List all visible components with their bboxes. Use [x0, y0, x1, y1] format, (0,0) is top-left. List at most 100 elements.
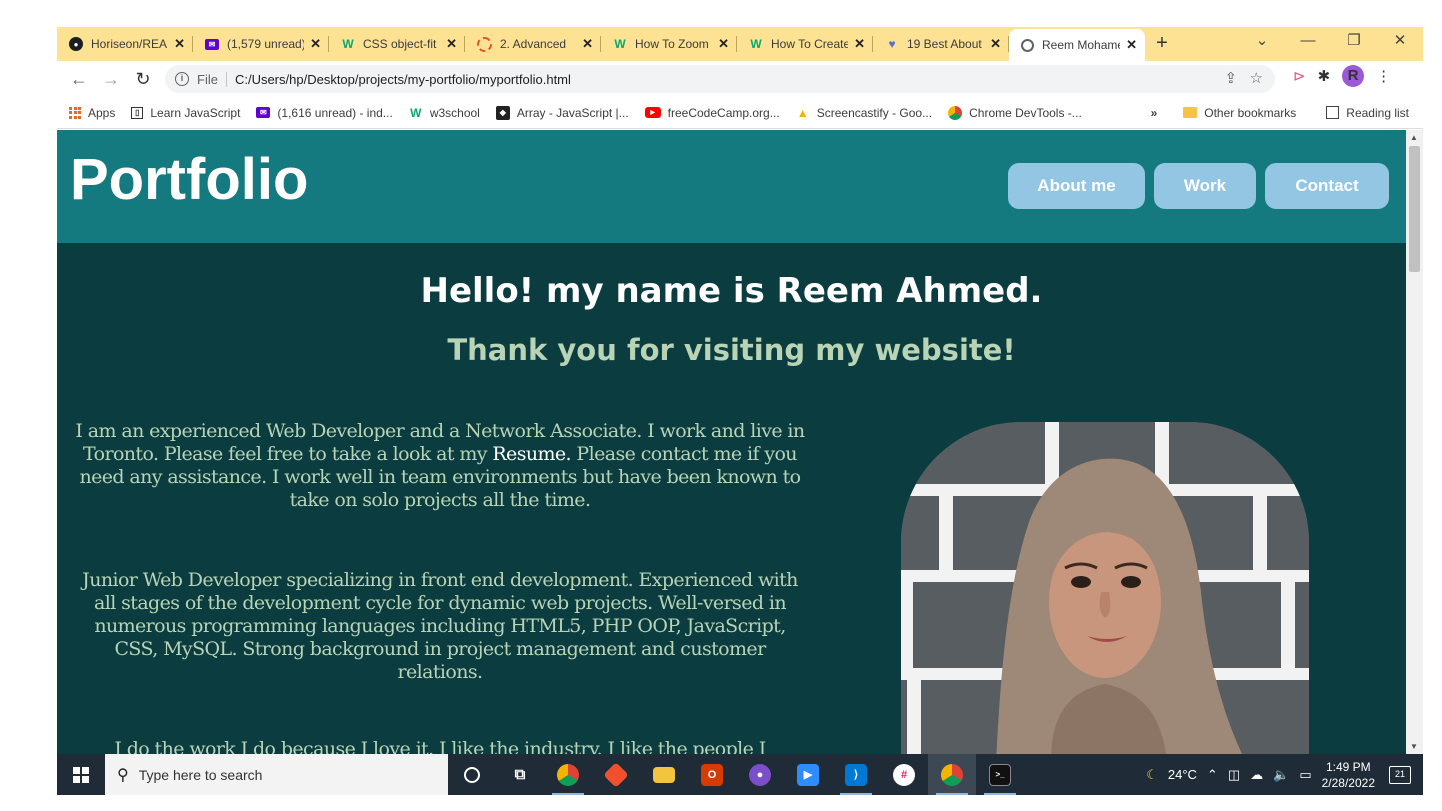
- weather-temperature[interactable]: 24°C: [1168, 767, 1197, 782]
- start-button[interactable]: [57, 754, 105, 795]
- site-nav: About me Work Contact: [1008, 163, 1389, 209]
- browser-tab[interactable]: W How To Zoom ✕: [601, 27, 737, 61]
- w3schools-icon: W: [750, 37, 762, 51]
- taskbar-clock[interactable]: 1:49 PM 2/28/2022: [1322, 759, 1375, 791]
- taskbar-chrome-profile[interactable]: [928, 754, 976, 795]
- restore-icon[interactable]: ❐: [1331, 27, 1377, 57]
- windows-logo-icon: [73, 766, 89, 783]
- nav-contact-button[interactable]: Contact: [1265, 163, 1389, 209]
- browser-tab[interactable]: ✉ (1,579 unread) ✕: [193, 27, 329, 61]
- browser-tab[interactable]: W CSS object-fit ✕: [329, 27, 465, 61]
- tab-strip: ●Horiseon/README✕ ✉(1,579 unread)✕ WCSS …: [57, 27, 1423, 61]
- volume-icon[interactable]: 🔈: [1273, 767, 1289, 783]
- windows-taskbar: ⚲ Type here to search ⧉ O ● ▶ ⟩ # >_ ☾ 24…: [57, 754, 1423, 795]
- youtube-icon: ▶: [644, 107, 661, 118]
- close-tab-icon[interactable]: ✕: [310, 36, 321, 52]
- close-window-icon[interactable]: ✕: [1377, 27, 1423, 57]
- resume-link[interactable]: Resume.: [492, 443, 571, 465]
- weather-moon-icon[interactable]: ☾: [1146, 767, 1158, 783]
- tray-chevron-icon[interactable]: ⌃: [1207, 767, 1218, 783]
- back-icon[interactable]: ←: [63, 69, 95, 90]
- close-tab-icon[interactable]: ✕: [1126, 37, 1137, 53]
- task-view-button[interactable]: ⧉: [496, 754, 544, 795]
- file-label: File: [197, 71, 227, 87]
- taskbar-chrome[interactable]: [544, 754, 592, 795]
- bookmark-array-javascript[interactable]: ◆ Array - JavaScript |...: [495, 105, 629, 120]
- close-tab-icon[interactable]: ✕: [854, 36, 865, 52]
- close-tab-icon[interactable]: ✕: [174, 36, 185, 52]
- scroll-up-icon[interactable]: ▲: [1410, 133, 1418, 142]
- taskbar-search[interactable]: ⚲ Type here to search: [105, 754, 448, 795]
- browser-tab[interactable]: ●Horiseon/README✕: [57, 27, 193, 61]
- browser-tab[interactable]: 2. Advanced ✕: [465, 27, 601, 61]
- taskbar-office[interactable]: O: [688, 754, 736, 795]
- cortana-button[interactable]: [448, 754, 496, 795]
- tab-search-icon[interactable]: ⌄: [1239, 27, 1285, 57]
- onedrive-cloud-icon[interactable]: ☁: [1250, 767, 1263, 783]
- folder-icon: [653, 766, 675, 783]
- scrollbar-thumb[interactable]: [1409, 146, 1420, 272]
- taskbar-vscode[interactable]: ⟩: [832, 754, 880, 795]
- scroll-down-icon[interactable]: ▼: [1410, 742, 1418, 751]
- bookmarks-overflow-icon[interactable]: »: [1151, 106, 1158, 120]
- bookmark-apps[interactable]: Apps: [69, 106, 115, 120]
- menu-kebab-icon[interactable]: ⋮: [1376, 67, 1391, 85]
- taskbar-file-explorer[interactable]: [640, 754, 688, 795]
- other-bookmarks[interactable]: Other bookmarks: [1183, 106, 1296, 120]
- taskbar-slack[interactable]: #: [880, 754, 928, 795]
- screencastify-icon[interactable]: ⊳: [1293, 67, 1306, 85]
- forward-icon[interactable]: →: [95, 69, 127, 90]
- close-tab-icon[interactable]: ✕: [446, 36, 457, 52]
- bookmark-learn-javascript[interactable]: ▯ Learn JavaScript: [131, 106, 240, 120]
- browser-tab-active[interactable]: Reem Mohamed✕: [1009, 29, 1145, 61]
- bookmark-mail[interactable]: ✉ (1,616 unread) - ind...: [256, 106, 393, 120]
- close-tab-icon[interactable]: ✕: [990, 36, 1001, 52]
- taskbar-github-desktop[interactable]: ●: [736, 754, 784, 795]
- share-icon[interactable]: ⇪: [1224, 70, 1237, 87]
- address-bar[interactable]: i File C:/Users/hp/Desktop/projects/my-p…: [165, 65, 1275, 93]
- bookmark-screencastify[interactable]: ▲ Screencastify - Goo...: [796, 106, 932, 120]
- globe-icon: [1021, 38, 1034, 52]
- taskbar-terminal[interactable]: >_: [976, 754, 1024, 795]
- vscode-icon: ⟩: [845, 763, 867, 786]
- close-tab-icon[interactable]: ✕: [718, 36, 729, 52]
- w3schools-icon: W: [614, 37, 626, 51]
- task-view-icon: ⧉: [514, 766, 526, 783]
- info-icon[interactable]: i: [175, 72, 189, 86]
- reading-list[interactable]: Reading list: [1326, 106, 1409, 120]
- profile-photo: [901, 422, 1309, 754]
- extensions-puzzle-icon[interactable]: ✱: [1318, 67, 1331, 85]
- office-icon: O: [701, 763, 723, 786]
- reading-list-icon: [1326, 106, 1340, 119]
- bookmark-star-icon[interactable]: ☆: [1250, 70, 1263, 87]
- reload-icon[interactable]: ↻: [127, 69, 159, 90]
- nav-about-me-button[interactable]: About me: [1008, 163, 1145, 209]
- site-logo[interactable]: Portfolio: [70, 146, 308, 213]
- minimize-icon[interactable]: —: [1285, 27, 1331, 57]
- taskbar-zoom[interactable]: ▶: [784, 754, 832, 795]
- yahoo-mail-icon: ✉: [256, 107, 271, 118]
- bookmark-w3school[interactable]: Ww3school: [409, 106, 480, 120]
- bookmarks-right: » Other bookmarks Reading list: [1151, 106, 1413, 120]
- bookmark-chrome-devtools[interactable]: Chrome DevTools -...: [948, 105, 1082, 120]
- new-tab-button[interactable]: +: [1145, 27, 1179, 61]
- url-text[interactable]: C:/Users/hp/Desktop/projects/my-portfoli…: [235, 72, 571, 87]
- browser-toolbar: ← → ↻ i File C:/Users/hp/Desktop/project…: [57, 61, 1423, 97]
- battery-icon[interactable]: ▭: [1299, 767, 1311, 783]
- taskbar-git[interactable]: [592, 754, 640, 795]
- bookmarks-bar: Apps ▯ Learn JavaScript ✉ (1,616 unread) -…: [57, 97, 1423, 129]
- profile-avatar[interactable]: R: [1342, 65, 1365, 87]
- bookmark-freecodecamp[interactable]: ▶ freeCodeCamp.org...: [644, 106, 780, 120]
- browser-tab[interactable]: ♥ 19 Best About ✕: [873, 27, 1009, 61]
- browser-tab[interactable]: W How To Create ✕: [737, 27, 873, 61]
- nav-work-button[interactable]: Work: [1154, 163, 1256, 209]
- chrome-profile-icon: [941, 763, 963, 786]
- notification-center-icon[interactable]: 21: [1389, 765, 1411, 784]
- page-scrollbar[interactable]: ▲ ▼: [1406, 130, 1423, 754]
- extensions-area: ⊳ ✱ R ⋮: [1293, 65, 1391, 87]
- hero-subheading: Thank you for visiting my website!: [447, 333, 1016, 367]
- github-desktop-icon: ●: [749, 763, 771, 786]
- close-tab-icon[interactable]: ✕: [582, 36, 593, 52]
- tray-app-icon[interactable]: ◫: [1228, 767, 1240, 783]
- hero-heading: Hello! my name is Reem Ahmed.: [420, 271, 1043, 311]
